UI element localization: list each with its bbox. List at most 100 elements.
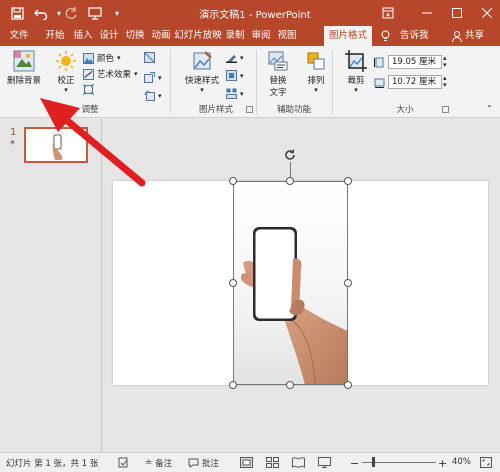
minimize-icon[interactable] <box>418 4 436 22</box>
artistic-effects-dropdown-icon: ▾ <box>134 70 138 78</box>
spellcheck-icon[interactable] <box>118 457 129 468</box>
slide-thumbnail[interactable] <box>24 127 88 163</box>
color-label: 颜色 <box>97 54 115 64</box>
comment-icon <box>188 458 199 468</box>
tab-design[interactable]: 设计 <box>96 26 122 46</box>
width-spinner-icon[interactable]: ▴ ▾ <box>443 75 447 89</box>
remove-background-button[interactable]: 删除背景 <box>4 50 44 86</box>
slide-number: 1 <box>10 127 17 138</box>
reading-view-icon[interactable] <box>292 457 305 468</box>
resize-handle-bottom-right[interactable] <box>344 381 352 389</box>
color-dropdown-icon: ▾ <box>117 54 121 62</box>
sun-icon <box>56 51 76 71</box>
reset-picture-button[interactable]: ▾ <box>144 90 162 101</box>
zoom-in-icon[interactable]: + <box>438 457 447 470</box>
quick-styles-icon <box>193 51 212 70</box>
redo-icon[interactable] <box>62 4 80 22</box>
comments-label: 批注 <box>202 459 220 469</box>
resize-handle-bottom[interactable] <box>286 381 294 389</box>
corrections-dropdown-icon: ▾ <box>64 86 68 94</box>
slide-sorter-icon[interactable] <box>266 457 279 468</box>
height-icon <box>374 57 384 68</box>
thumbnail-picture-icon <box>52 130 63 160</box>
tab-file[interactable]: 文件 <box>4 26 34 46</box>
shape-height-input[interactable]: 19.05 厘米 <box>388 55 442 69</box>
tab-slideshow[interactable]: 幻灯片放映 <box>174 26 222 46</box>
slide-info: 幻灯片 第 1 张，共 1 张 <box>6 459 99 469</box>
zoom-out-icon[interactable]: − <box>350 457 359 470</box>
corrections-button[interactable]: 校正 ▾ <box>52 50 80 94</box>
picture-selection-border <box>233 181 348 385</box>
resize-handle-left[interactable] <box>229 279 237 287</box>
qat-dropdown-icon[interactable]: ▾ <box>108 4 126 22</box>
share-label: 共享 <box>465 30 485 41</box>
picture-effects-icon <box>226 70 237 81</box>
color-button[interactable]: 颜色 ▾ <box>83 52 121 64</box>
collapse-ribbon-icon[interactable]: ⌃ <box>486 104 493 113</box>
picture-styles-launcher-icon[interactable] <box>246 106 253 113</box>
compress-pictures-button[interactable] <box>83 84 94 95</box>
reset-picture-dropdown-icon: ▾ <box>158 91 162 100</box>
arrange-dropdown-icon: ▾ <box>314 86 318 94</box>
artistic-effects-button[interactable]: 艺术效果 ▾ <box>83 68 138 80</box>
size-launcher-icon[interactable] <box>442 106 449 113</box>
share-button[interactable]: 共享 <box>452 26 484 46</box>
alt-text-label-line2: 文字 <box>269 88 287 98</box>
tab-animations[interactable]: 动画 <box>148 26 174 46</box>
save-icon[interactable] <box>8 4 26 22</box>
alt-text-icon <box>268 51 288 71</box>
normal-view-icon[interactable] <box>240 457 253 468</box>
tab-transitions[interactable]: 切换 <box>122 26 148 46</box>
arrange-label: 排列 <box>307 76 325 86</box>
crop-button[interactable]: 裁剪 ▾ <box>342 50 370 94</box>
resize-handle-bottom-left[interactable] <box>229 381 237 389</box>
zoom-level[interactable]: 40% <box>452 457 471 467</box>
ribbon-display-icon[interactable] <box>379 4 397 22</box>
picture-layout-button[interactable]: ▾ <box>226 88 244 99</box>
undo-icon[interactable] <box>32 4 50 22</box>
resize-handle-top-right[interactable] <box>344 177 352 185</box>
remove-background-icon <box>13 50 35 72</box>
tab-review[interactable]: 审阅 <box>248 26 274 46</box>
zoom-slider-thumb[interactable] <box>372 457 375 467</box>
picture-effects-button[interactable]: ▾ <box>226 70 244 81</box>
height-spinner-icon[interactable]: ▴ ▾ <box>443 55 447 69</box>
quick-styles-button[interactable]: 快速样式 ▾ <box>180 50 224 94</box>
picture-border-button[interactable]: ▾ <box>226 52 244 63</box>
tell-me-search[interactable]: 告诉我 <box>380 26 429 46</box>
arrange-button[interactable]: 排列 ▾ <box>300 50 332 94</box>
notes-button[interactable]: ≐ 备注 <box>145 457 172 469</box>
rotate-handle-icon[interactable] <box>283 148 297 162</box>
accessibility-group-label: 辅助功能 <box>276 105 311 115</box>
resize-handle-right[interactable] <box>344 279 352 287</box>
comments-button[interactable]: 批注 <box>188 457 219 469</box>
remove-background-label: 删除背景 <box>6 76 41 86</box>
alt-text-label-line1: 替换 <box>269 76 287 86</box>
picture-styles-group-label: 图片样式 <box>198 105 233 115</box>
transparency-button[interactable] <box>144 52 155 63</box>
resize-handle-top-left[interactable] <box>229 177 237 185</box>
tab-home[interactable]: 开始 <box>40 26 70 46</box>
tab-insert[interactable]: 插入 <box>70 26 96 46</box>
picture-layout-dropdown-icon: ▾ <box>240 89 244 98</box>
close-icon[interactable] <box>478 4 496 22</box>
slideshow-view-icon[interactable] <box>318 457 331 468</box>
reset-picture-icon <box>144 90 155 101</box>
shape-width-input[interactable]: 10.72 厘米 <box>388 75 442 89</box>
tab-record[interactable]: 录制 <box>222 26 248 46</box>
crop-icon <box>345 50 367 72</box>
alt-text-button[interactable]: 替换 文字 <box>262 50 294 98</box>
present-icon[interactable] <box>86 4 104 22</box>
maximize-icon[interactable] <box>448 4 466 22</box>
change-picture-button[interactable]: ▾ <box>144 72 162 83</box>
fit-to-window-icon[interactable] <box>480 457 492 468</box>
change-picture-icon <box>144 72 155 83</box>
arrange-icon <box>307 52 325 70</box>
picture-border-icon <box>226 55 237 63</box>
tab-view[interactable]: 视图 <box>274 26 300 46</box>
resize-handle-top[interactable] <box>286 177 294 185</box>
tell-me-label: 告诉我 <box>400 30 429 41</box>
artistic-effects-label: 艺术效果 <box>97 70 132 80</box>
slide-star: * <box>10 139 15 150</box>
tab-picture-format[interactable]: 图片格式 <box>324 26 372 46</box>
